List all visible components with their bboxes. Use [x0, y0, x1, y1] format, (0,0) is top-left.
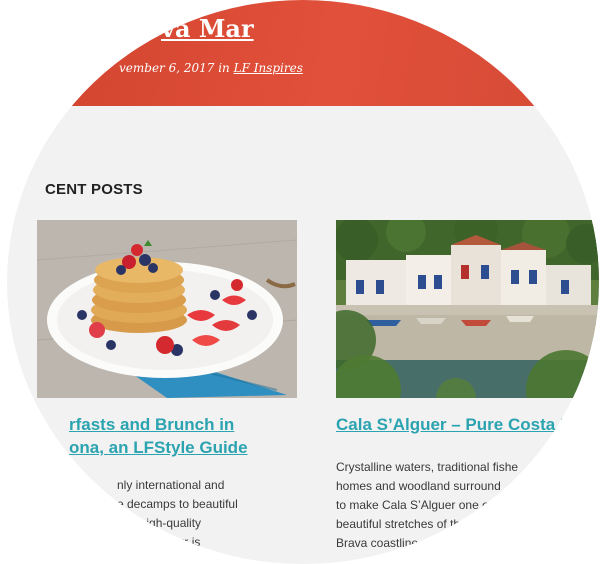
post-category-link[interactable]: LF Inspires [234, 61, 303, 75]
post-excerpt: nly international and e decamps to beaut… [117, 476, 238, 564]
post-title-line: rfasts and Brunch in [69, 415, 235, 434]
excerpt-line: Brava coastline. [336, 536, 422, 550]
post-title-link-breakfasts[interactable]: rfasts and Brunch in ona, an LFStyle Gui… [69, 413, 248, 459]
recent-posts-heading: CENT POSTS [45, 181, 143, 198]
post-title-link-cala-salguer[interactable]: Cala S’Alguer – Pure Costa B [336, 413, 572, 436]
excerpt-line: ar [117, 554, 128, 564]
post-excerpt: Crystalline waters, traditional fishe ho… [336, 458, 518, 553]
excerpt-line: global flavour is [117, 535, 201, 549]
excerpt-line: homes and woodland surround [336, 479, 501, 493]
post-title-link[interactable]: va Mar [161, 14, 254, 43]
excerpt-line: to make Cala S’Alguer one o [336, 498, 489, 512]
post-title-line: Cala S’Alguer – Pure Costa B [336, 415, 573, 434]
magnified-page-view: va Mar vember 6, 2017 in LF Inspires CEN… [7, 0, 599, 564]
excerpt-line: beautiful stretches of th [336, 517, 461, 531]
pancakes-breakfast-image[interactable] [37, 220, 297, 398]
post-meta: vember 6, 2017 in LF Inspires [119, 61, 303, 75]
pancakes-illustration [37, 220, 297, 398]
post-date: vember 6, 2017 in [119, 61, 234, 75]
coastal-village-beach-image[interactable] [336, 220, 599, 398]
post-header-banner: va Mar vember 6, 2017 in LF Inspires [7, 0, 599, 106]
excerpt-line: hip, high-quality [117, 516, 202, 530]
excerpt-line: e decamps to beautiful [117, 497, 238, 511]
excerpt-line: Crystalline waters, traditional fishe [336, 460, 519, 474]
post-title-line: ona, an LFStyle Guide [69, 438, 248, 457]
excerpt-line: nly international and [117, 478, 225, 492]
coastal-village-illustration [336, 220, 599, 398]
